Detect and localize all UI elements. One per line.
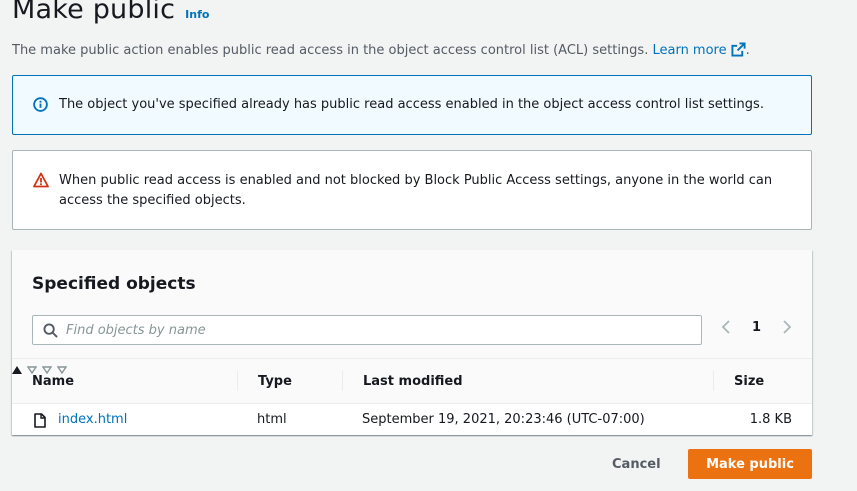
column-name[interactable]: Name [32,359,74,403]
section-title: Specified objects [32,274,196,294]
column-type-label: Type [258,373,292,389]
object-last-modified: September 19, 2021, 20:23:46 (UTC-07:00) [362,412,645,427]
pagination: 1 [720,319,793,335]
info-alert: The object you've specified already has … [12,75,812,135]
info-icon [33,97,48,112]
column-divider [713,371,714,391]
specified-objects-panel: Specified objects 1 Name Type Last modif… [12,250,812,435]
warning-icon [33,172,49,188]
info-alert-text: The object you've specified already has … [59,97,764,112]
column-divider [342,371,343,391]
object-type: html [257,412,287,427]
page-header: Make public Info [12,0,209,25]
learn-more-label: Learn more [652,43,727,58]
chevron-left-icon[interactable] [720,319,732,335]
object-name-link[interactable]: index.html [58,412,127,427]
info-link[interactable]: Info [185,8,209,21]
file-icon [34,413,46,428]
sort-ascending-icon[interactable] [12,366,22,374]
page-number[interactable]: 1 [752,320,761,335]
object-size: 1.8 KB [749,412,792,427]
column-last-modified[interactable]: Last modified [363,359,463,403]
cancel-button[interactable]: Cancel [596,449,677,479]
table-row: index.html html September 19, 2021, 20:2… [12,405,812,435]
search-icon [43,322,58,338]
external-link-icon [731,42,746,57]
column-size[interactable]: Size [734,359,764,403]
chevron-right-icon[interactable] [781,319,793,335]
description-text: The make public action enables public re… [12,43,649,58]
learn-more-link[interactable]: Learn more [652,42,746,58]
page-description: The make public action enables public re… [12,42,750,58]
panel-header: Specified objects 1 [12,250,812,358]
page-title: Make public [12,0,176,25]
search-field[interactable] [32,315,702,345]
warning-alert: When public read access is enabled and n… [12,150,812,230]
table-header: Name Type Last modified Size [12,358,812,404]
column-name-label: Name [32,373,75,389]
column-size-label: Size [734,373,765,389]
make-public-button[interactable]: Make public [688,449,812,479]
column-divider [237,371,238,391]
warning-alert-text: When public read access is enabled and n… [59,173,773,208]
search-input[interactable] [66,322,666,338]
column-type[interactable]: Type [258,359,292,403]
column-last-modified-label: Last modified [363,373,463,389]
